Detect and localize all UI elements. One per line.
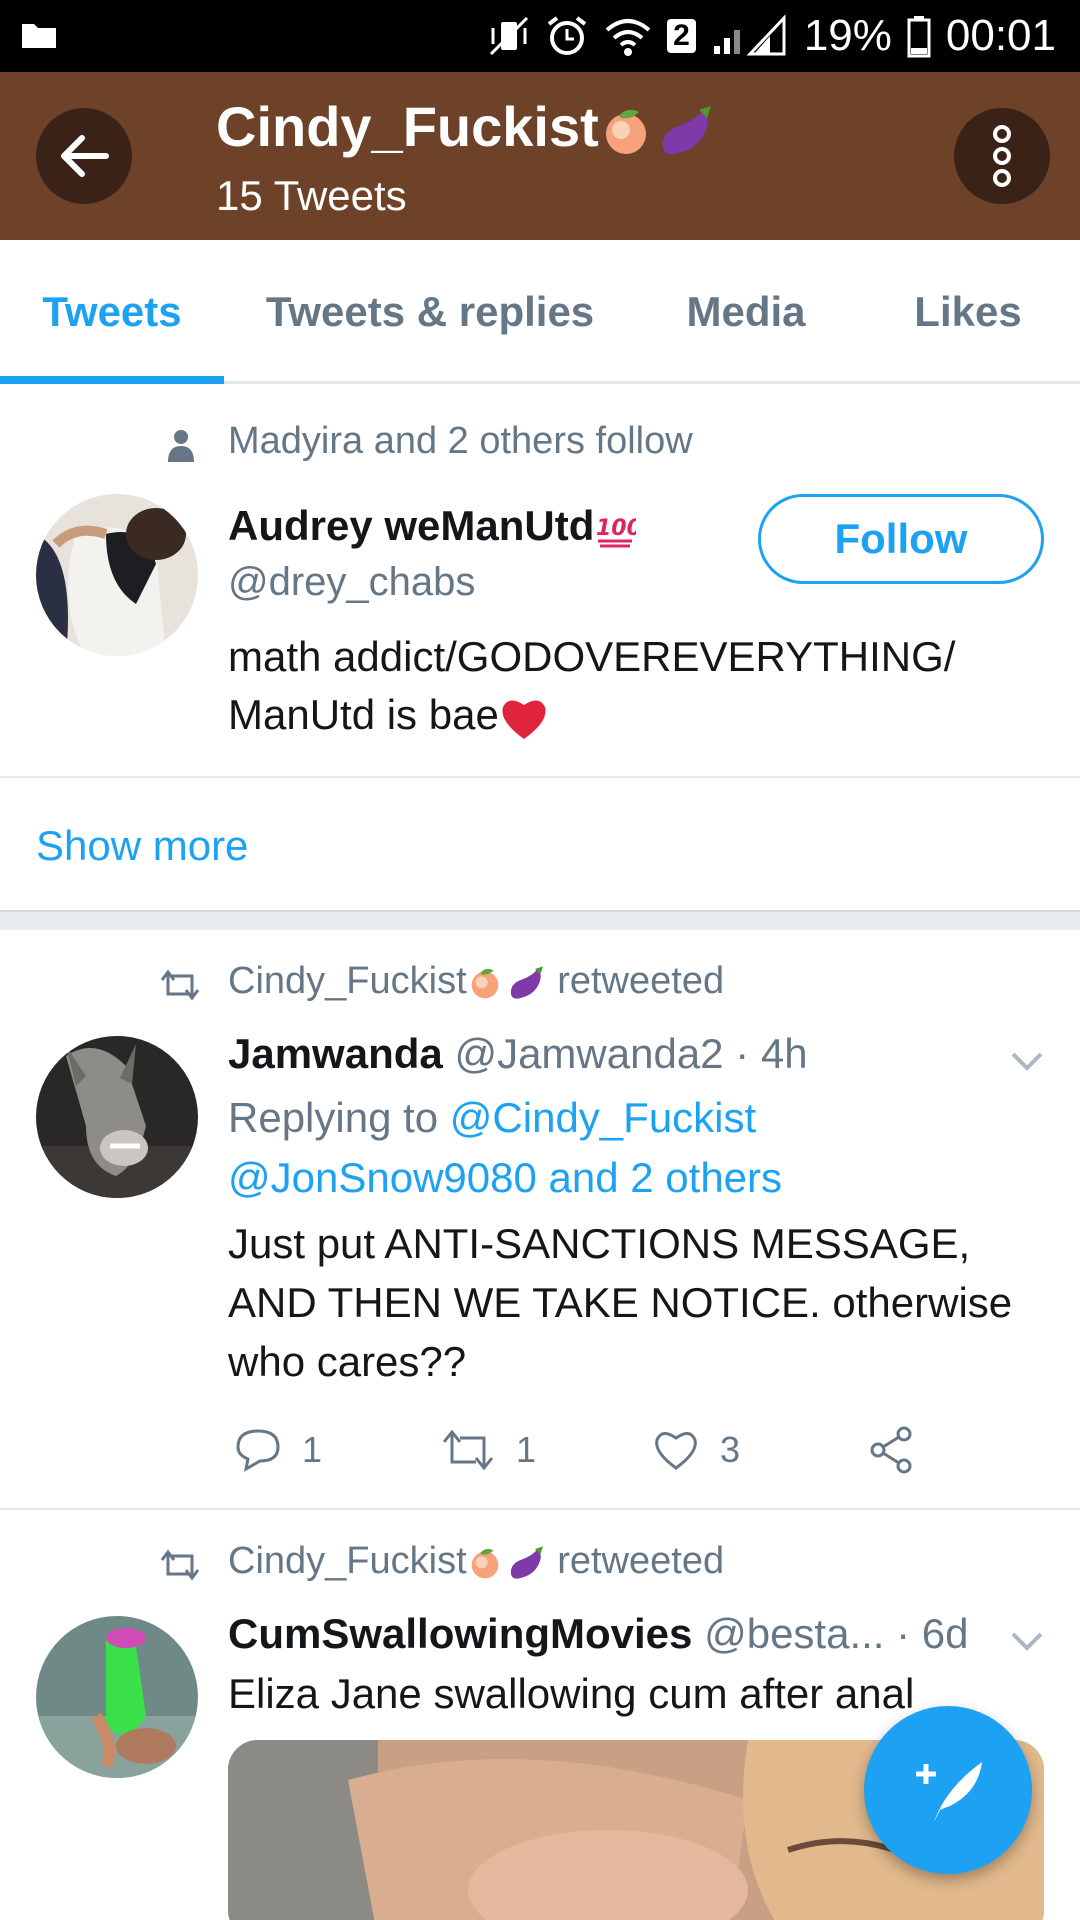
tweet-actions: 1 1 3 [228,1420,1028,1480]
back-button[interactable] [36,108,132,204]
suggested-user-avatar[interactable] [36,494,198,656]
tweet-author-handle: @Jamwanda2 [454,1030,724,1077]
mention-link[interactable]: @Cindy_Fuckist [450,1094,756,1141]
vibrate-mute-icon [490,16,529,56]
reply-count: 1 [302,1429,323,1470]
peach-emoji-icon [605,109,646,155]
battery-icon [907,16,931,58]
retweeted-by: Cindy_Fuckist retweeted [228,1540,725,1582]
suggested-user-handle: @drey_chabs [228,560,476,604]
share-icon [870,1426,912,1474]
tweet-header: Jamwanda @Jamwanda2 · 4h [228,1030,808,1078]
tweet-author-avatar[interactable] [36,1616,198,1778]
clock: 00:01 [945,11,1056,60]
active-tab-indicator [0,376,224,384]
retweet-button[interactable]: 1 [440,1420,536,1480]
reply-icon [236,1429,280,1472]
retweet-count: 1 [516,1429,537,1470]
status-bar: 2 19% 00:01 [0,0,1080,72]
tab-tweets-and-replies[interactable]: Tweets & replies [240,240,620,384]
section-separator [0,910,1080,930]
wifi-icon [605,19,651,56]
avatar-image [36,1616,198,1778]
tweet-count: 15 Tweets [216,172,407,219]
avatar-image [36,1036,198,1198]
retweet-small-icon [160,1549,200,1581]
retweet-icon [442,1429,494,1471]
suggested-user-name[interactable]: Audrey weManUtd100 [228,502,636,550]
tab-media[interactable]: Media [650,240,842,384]
battery-percent: 19% [803,11,892,60]
eggplant-emoji-icon [510,966,543,999]
tweet-author-handle: @besta... [704,1610,885,1657]
svg-text:100: 100 [596,516,636,541]
chevron-down-icon[interactable] [1010,1050,1044,1072]
tweet-time: · 6d [896,1610,969,1657]
retweeted-by: Cindy_Fuckist retweeted [228,960,725,1002]
person-icon [168,430,194,462]
avatar-image [36,494,198,656]
tweet-author-name[interactable]: CumSwallowingMovies [228,1610,692,1657]
red-heart-emoji-icon [502,700,546,739]
divider [0,1508,1080,1510]
tweet-author-name[interactable]: Jamwanda [228,1030,443,1077]
tweet-time: · 4h [735,1030,808,1077]
hundred-points-emoji-icon: 100 [596,516,636,548]
eggplant-emoji-icon [510,1546,543,1579]
signal-icon [713,14,786,56]
replying-to: Replying to @Cindy_Fuckist @JonSnow9080 … [228,1094,783,1201]
tweet-header: CumSwallowingMovies @besta... · 6d [228,1610,969,1658]
eggplant-emoji-icon [662,106,711,155]
profile-title: Cindy_Fuckist [216,94,715,159]
suggested-user-bio: math addict/GODOVEREVERYTHING/ ManUtd is… [228,628,1028,744]
sim-badge: 2 [667,19,696,53]
folder-icon [22,24,56,48]
share-button[interactable] [868,1420,916,1480]
compose-tweet-button[interactable] [864,1706,1032,1874]
show-more-link[interactable]: Show more [36,822,248,870]
tweet-author-avatar[interactable] [36,1036,198,1198]
profile-header: Cindy_Fuckist 15 Tweets [0,72,1080,240]
heart-icon [655,1432,697,1470]
alarm-icon [547,16,587,55]
peach-emoji-icon [471,968,498,999]
reply-button[interactable]: 1 [234,1420,322,1480]
follow-button[interactable]: Follow [758,494,1044,584]
arrow-left-icon [61,135,109,177]
profile-tabs: Tweets Tweets & replies Media Likes [0,240,1080,384]
followed-by-note: Madyira and 2 others follow [228,420,693,462]
compose-quill-icon [916,1762,982,1822]
tab-tweets[interactable]: Tweets [0,240,224,384]
tab-likes[interactable]: Likes [880,240,1056,384]
like-button[interactable]: 3 [652,1420,740,1480]
more-vertical-icon [993,125,1011,187]
divider [0,776,1080,778]
tweet-text: Just put ANTI-SANCTIONS MESSAGE, AND THE… [228,1220,1013,1385]
mention-link[interactable]: @JonSnow9080 and 2 others [228,1154,782,1201]
chevron-down-icon[interactable] [1010,1630,1044,1652]
peach-emoji-icon [471,1548,498,1579]
like-count: 3 [720,1429,741,1470]
retweet-small-icon [160,969,200,1001]
more-options-button[interactable] [954,108,1050,204]
